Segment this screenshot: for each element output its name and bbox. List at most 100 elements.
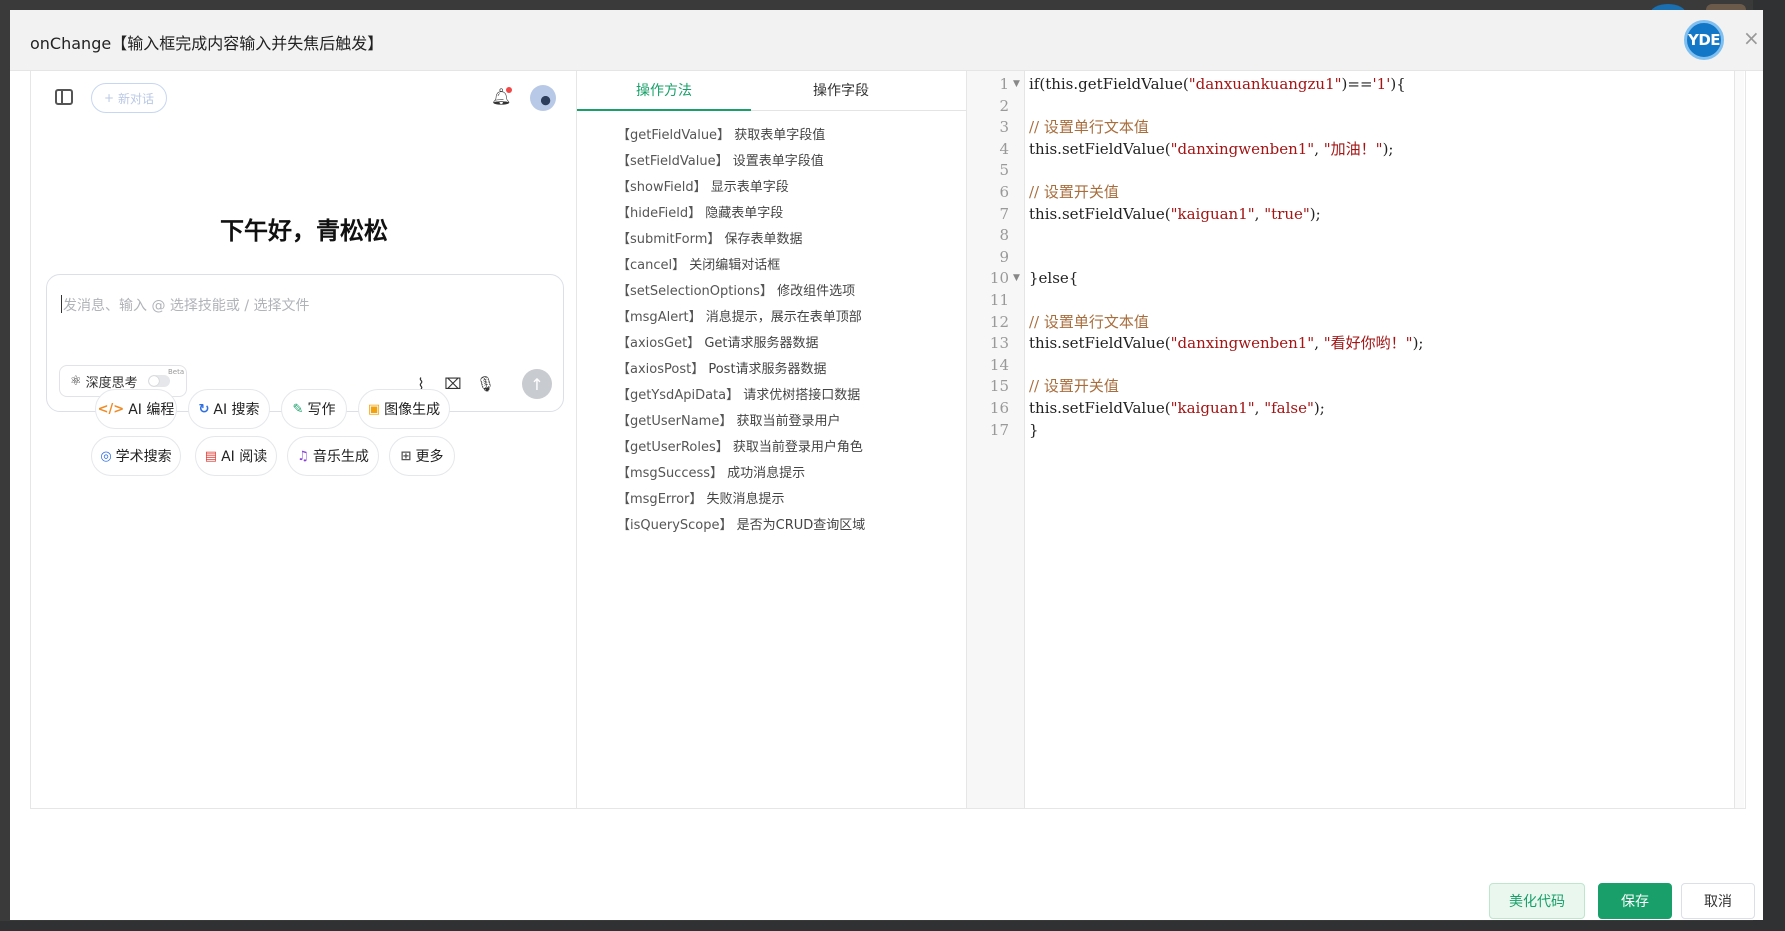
- tab-methods[interactable]: 操作方法: [577, 71, 751, 111]
- methods-pane: 操作方法 操作字段 【getFieldValue】 获取表单字段值 【setFie…: [577, 71, 967, 808]
- search-icon: ↻: [198, 401, 210, 417]
- method-description: 获取当前登录用户: [736, 414, 841, 429]
- skill-chip[interactable]: ▣ 图像生成: [358, 389, 450, 429]
- tab-fields[interactable]: 操作字段: [751, 71, 931, 111]
- code-editor[interactable]: 1 ▼ if(this.getFieldValue("danxuankuangzu1…: [967, 71, 1745, 808]
- skill-chip[interactable]: ◎ 学术搜索: [91, 436, 181, 476]
- method-item[interactable]: 【getUserName】 获取当前登录用户: [617, 409, 865, 435]
- new-chat-label: 新对话: [118, 91, 155, 106]
- dialog-title: onChange【输入框完成内容输入并失焦后触发】: [30, 34, 384, 53]
- skill-chip[interactable]: ♫ 音乐生成: [287, 436, 379, 476]
- skill-chip-label: AI 编程: [128, 402, 175, 418]
- code-icon: </>: [97, 401, 125, 417]
- method-item[interactable]: 【msgAlert】 消息提示，展示在表单顶部: [617, 305, 865, 331]
- method-description: 关闭编辑对话框: [689, 258, 781, 273]
- atom-icon: ⚛: [70, 373, 82, 389]
- scholar-icon: ◎: [100, 448, 112, 464]
- arrow-up-icon: ↑: [530, 374, 544, 394]
- code-token: this.setFieldValue(: [1029, 399, 1171, 417]
- method-description: 成功消息提示: [727, 466, 806, 481]
- method-item[interactable]: 【submitForm】 保存表单数据: [617, 227, 865, 253]
- method-description: 消息提示，展示在表单顶部: [705, 310, 862, 325]
- method-item[interactable]: 【getYsdApiData】 请求优树搭接口数据: [617, 383, 865, 409]
- line-number: 6: [999, 183, 1009, 201]
- toggle-switch[interactable]: [147, 375, 170, 387]
- ai-assistant-pane: + 新对话 🔔︎ 下午好，青松松 发消息、输入 @ 选择技能或 / 选择文件 ⚛…: [31, 71, 577, 808]
- code-token: "kaiguan1": [1170, 204, 1255, 223]
- line-number: 11: [989, 291, 1009, 309]
- skill-chip[interactable]: ✎ 写作: [281, 389, 347, 429]
- plus-icon: +: [103, 91, 115, 105]
- send-button[interactable]: ↑: [522, 369, 552, 399]
- fold-arrow-icon[interactable]: ▼: [1013, 74, 1020, 95]
- code-token: ){: [1390, 75, 1406, 93]
- method-description: 是否为CRUD查询区域: [736, 518, 866, 533]
- code-token: '1': [1372, 75, 1391, 93]
- code-token: )==: [1341, 75, 1373, 93]
- read-icon: ▤: [204, 448, 218, 464]
- method-item[interactable]: 【axiosGet】 Get请求服务器数据: [617, 331, 865, 357]
- skill-chip-label: 学术搜索: [115, 449, 172, 465]
- skill-chip[interactable]: ⊞ 更多: [389, 436, 455, 476]
- line-number: 8: [999, 226, 1009, 245]
- save-button[interactable]: 保存: [1598, 883, 1672, 919]
- line-number: 3: [999, 118, 1009, 137]
- method-item[interactable]: 【setSelectionOptions】 修改组件选项: [617, 279, 865, 305]
- method-item[interactable]: 【showField】 显示表单字段: [617, 175, 865, 201]
- avatar[interactable]: [530, 85, 556, 111]
- method-description: 请求优树搭接口数据: [743, 388, 861, 403]
- method-item[interactable]: 【getUserRoles】 获取当前登录用户角色: [617, 435, 865, 461]
- skill-chip-label: 写作: [307, 402, 336, 418]
- microphone-icon[interactable]: 🎙︎: [476, 375, 495, 393]
- deep-think-label: 深度思考: [85, 375, 138, 391]
- method-item[interactable]: 【getFieldValue】 获取表单字段值: [617, 123, 865, 149]
- line-number: 1: [999, 75, 1009, 93]
- method-name: 【axiosGet】: [617, 336, 701, 351]
- beautify-code-button[interactable]: 美化代码: [1489, 883, 1585, 919]
- code-token: if(this.getFieldValue(: [1029, 75, 1189, 93]
- method-item[interactable]: 【msgError】 失败消息提示: [617, 487, 865, 513]
- dialog-header: onChange【输入框完成内容输入并失焦后触发】 YDE ×: [10, 10, 1763, 71]
- skill-chip-label: 更多: [415, 449, 444, 465]
- method-item[interactable]: 【cancel】 关闭编辑对话框: [617, 253, 865, 279]
- code-token: ,: [1314, 334, 1324, 353]
- method-name: 【submitForm】: [617, 232, 721, 247]
- fold-arrow-icon[interactable]: ▼: [1013, 268, 1020, 289]
- method-item[interactable]: 【msgSuccess】 成功消息提示: [617, 461, 865, 487]
- code-token: "true": [1264, 204, 1310, 223]
- sidebar-toggle-icon[interactable]: [55, 89, 73, 105]
- camera-icon[interactable]: ⌧: [444, 375, 462, 393]
- line-number: 4: [999, 139, 1009, 158]
- method-name: 【isQueryScope】: [617, 518, 733, 533]
- image-icon: ▣: [367, 401, 381, 417]
- editor-scrollbar[interactable]: [1734, 71, 1744, 808]
- line-number: 5: [999, 161, 1009, 180]
- skill-chip[interactable]: ↻ AI 搜索: [188, 389, 270, 429]
- tab-active-indicator: [577, 109, 751, 111]
- method-item[interactable]: 【hideField】 隐藏表单字段: [617, 201, 865, 227]
- code-token: );: [1412, 334, 1424, 353]
- code-token: // 设置开关值: [1029, 183, 1119, 201]
- cancel-button[interactable]: 取消: [1681, 883, 1755, 919]
- method-item[interactable]: 【axiosPost】 Post请求服务器数据: [617, 357, 865, 383]
- line-number: 9: [999, 247, 1009, 266]
- line-number: 13: [989, 334, 1009, 353]
- method-description: 获取当前登录用户角色: [732, 440, 863, 455]
- code-token: "danxingwenben1": [1170, 139, 1315, 158]
- close-icon[interactable]: ×: [1743, 28, 1760, 48]
- chat-input[interactable]: 发消息、输入 @ 选择技能或 / 选择文件: [63, 295, 310, 315]
- code-line: this.setFieldValue("kaiguan1", "true");: [1029, 204, 1321, 225]
- method-item[interactable]: 【isQueryScope】 是否为CRUD查询区域: [617, 513, 865, 539]
- skill-chip[interactable]: ▤ AI 阅读: [195, 436, 277, 476]
- code-token: ,: [1254, 399, 1265, 417]
- code-token: );: [1313, 399, 1325, 417]
- skill-chip[interactable]: </> AI 编程: [95, 389, 177, 429]
- more-icon: ⊞: [400, 448, 412, 464]
- line-number: 10: [989, 269, 1009, 288]
- method-item[interactable]: 【setFieldValue】 设置表单字段值: [617, 149, 865, 175]
- code-line: this.setFieldValue("kaiguan1", "false");: [1029, 398, 1325, 419]
- new-chat-button[interactable]: + 新对话: [91, 83, 167, 113]
- code-line: if(this.getFieldValue("danxuankuangzu1")…: [1029, 74, 1406, 95]
- line-number: 16: [989, 399, 1009, 417]
- code-line: this.setFieldValue("danxingwenben1", "加油…: [1029, 139, 1393, 160]
